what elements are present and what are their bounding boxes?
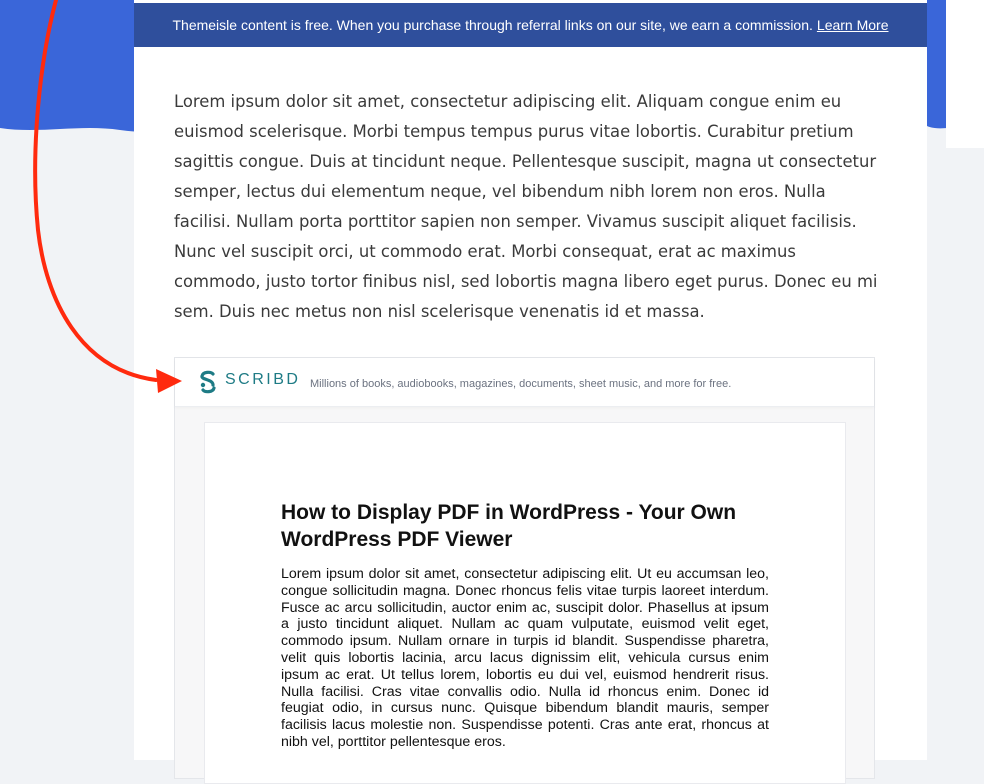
document-body: Lorem ipsum dolor sit amet, consectetur … [281, 566, 769, 750]
scribd-brand[interactable]: SCRIBD [225, 371, 300, 389]
affiliate-notice-bar: Themeisle content is free. When you purc… [134, 3, 927, 47]
document-title: How to Display PDF in WordPress - Your O… [281, 501, 737, 551]
sidebar-card [946, 0, 984, 148]
scribd-tagline: Millions of books, audiobooks, magazines… [310, 378, 732, 390]
affiliate-notice-text: Themeisle content is free. When you purc… [172, 17, 813, 33]
learn-more-link[interactable]: Learn More [817, 17, 889, 33]
scribd-embed-header: SCRIBD Millions of books, audiobooks, ma… [175, 358, 874, 407]
document-page[interactable]: How to Display PDF in WordPress - Your O… [204, 422, 846, 784]
article-container: Themeisle content is free. When you purc… [134, 0, 927, 784]
article-paragraph: Lorem ipsum dolor sit amet, consectetur … [174, 92, 878, 321]
scribd-embed[interactable]: SCRIBD Millions of books, audiobooks, ma… [174, 357, 875, 784]
scribd-logo-icon[interactable] [197, 369, 219, 395]
